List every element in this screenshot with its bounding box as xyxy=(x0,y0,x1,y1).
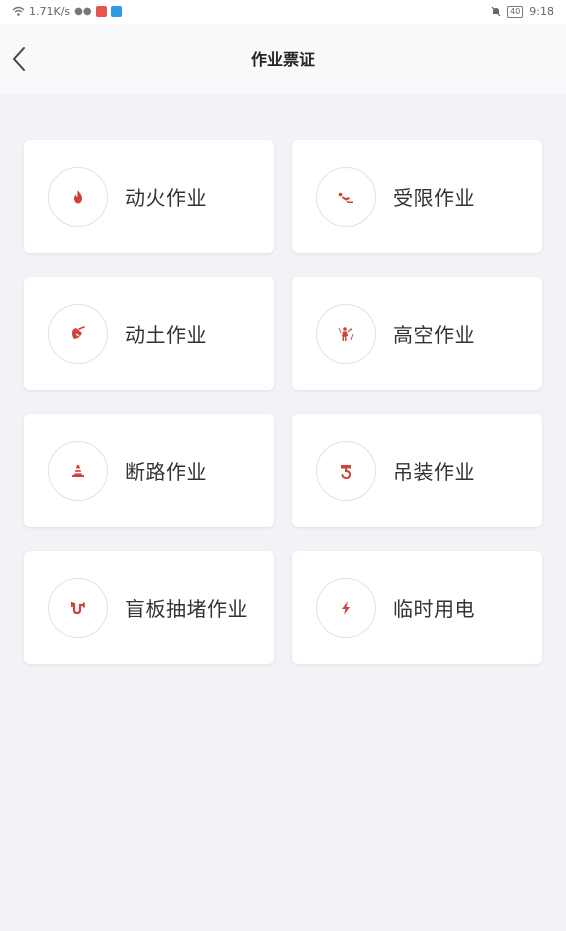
icon-circle xyxy=(316,440,376,501)
wechat-icon: ●● xyxy=(74,6,92,17)
card-label: 临时用电 xyxy=(393,597,475,621)
card-excavation[interactable]: 动土作业 xyxy=(24,277,274,390)
wifi-icon xyxy=(12,6,25,16)
icon-circle xyxy=(316,577,376,638)
permit-grid: 动火作业 受限作业 动土作业 高空作业 断路作业 吊装作业 盲板抽堵作业 临时用… xyxy=(24,140,542,664)
card-road-closure[interactable]: 断路作业 xyxy=(24,414,274,527)
clock: 9:18 xyxy=(529,5,554,18)
bell-muted-icon xyxy=(491,6,501,17)
crane-hook-icon xyxy=(341,464,352,479)
card-label: 盲板抽堵作业 xyxy=(125,597,248,621)
header: 作业票证 xyxy=(0,24,566,94)
pipe-icon xyxy=(71,601,85,614)
status-left: 1.71K/s ●● xyxy=(12,5,122,18)
card-label: 动土作业 xyxy=(125,323,207,347)
icon-circle xyxy=(316,303,376,364)
card-temporary-power[interactable]: 临时用电 xyxy=(292,551,542,664)
card-hot-work[interactable]: 动火作业 xyxy=(24,140,274,253)
icon-circle xyxy=(48,577,108,638)
status-right: 40 9:18 xyxy=(491,5,554,18)
icon-circle xyxy=(48,303,108,364)
lightning-icon xyxy=(342,600,350,615)
flame-icon xyxy=(74,189,82,203)
battery-icon: 40 xyxy=(507,5,524,18)
digging-icon xyxy=(72,325,85,339)
search-app-icon xyxy=(110,6,122,17)
icon-circle xyxy=(48,166,108,227)
traffic-cone-icon xyxy=(72,464,84,477)
app-notification-icon xyxy=(95,6,107,17)
card-height-work[interactable]: 高空作业 xyxy=(292,277,542,390)
card-label: 高空作业 xyxy=(393,323,475,347)
card-confined-space[interactable]: 受限作业 xyxy=(292,140,542,253)
card-lifting[interactable]: 吊装作业 xyxy=(292,414,542,527)
page-title: 作业票证 xyxy=(250,50,315,69)
status-bar: 1.71K/s ●● 40 9:18 xyxy=(0,0,566,24)
card-label: 受限作业 xyxy=(393,186,475,210)
card-label: 动火作业 xyxy=(125,186,207,210)
icon-circle xyxy=(316,166,376,227)
card-label: 吊装作业 xyxy=(393,460,475,484)
climbing-worker-icon xyxy=(338,326,354,341)
network-speed: 1.71K/s xyxy=(29,5,71,18)
icon-circle xyxy=(48,440,108,501)
crawling-person-icon xyxy=(338,192,353,203)
card-label: 断路作业 xyxy=(125,460,207,484)
card-blind-plate[interactable]: 盲板抽堵作业 xyxy=(24,551,274,664)
